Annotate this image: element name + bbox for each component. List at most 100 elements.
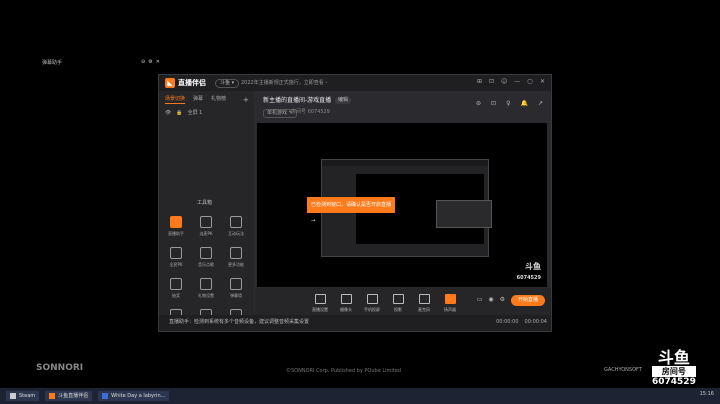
- captured-titlebar: [322, 160, 488, 166]
- layout-icon[interactable]: ⊞: [477, 79, 482, 85]
- preview-watermark: 斗鱼 6074529: [517, 261, 541, 281]
- record-duration: 00:00:04: [524, 319, 547, 325]
- copyright-text: ©SONNORI Corp. Published by PQube Limite…: [286, 368, 402, 374]
- tool-label: 扬声器: [444, 307, 456, 312]
- stream-settings-button[interactable]: 直播设置: [307, 294, 333, 313]
- taskbar-item-steam[interactable]: Steam: [6, 391, 40, 401]
- douyu-logo: 斗鱼: [657, 348, 690, 367]
- tab-scenes[interactable]: 场景切换: [165, 97, 186, 104]
- toolbox-title: 工具箱: [197, 200, 213, 206]
- clock[interactable]: 15:16: [700, 392, 714, 397]
- tool-item[interactable]: 音乐点歌: [193, 247, 219, 268]
- minimize-button[interactable]: —: [514, 79, 520, 85]
- speaker-button[interactable]: 扬声器: [437, 294, 463, 313]
- platform-select[interactable]: 斗鱼 ▾: [215, 79, 240, 88]
- capture-toast[interactable]: 已检测到窗口，请确认是否开启直播 →: [307, 197, 395, 224]
- stream-duration: 00:00:00: [496, 319, 519, 325]
- settings-icon[interactable]: ⊜: [476, 101, 481, 107]
- douyu-watermark: 斗鱼 房间号 6074529: [652, 350, 696, 387]
- tool-icon: [200, 247, 212, 259]
- tool-item[interactable]: 连麦PK: [193, 216, 219, 237]
- logo-icon: ◣: [165, 78, 175, 88]
- tool-label: 弹幕墙: [230, 293, 242, 298]
- taskbar-item-game[interactable]: White Day a labyrin...: [98, 391, 170, 401]
- eye-icon[interactable]: 👁: [165, 111, 171, 116]
- bell-icon[interactable]: 🔔: [520, 101, 527, 107]
- lock-icon[interactable]: 🔒: [176, 111, 182, 116]
- tool-icon: [170, 216, 182, 228]
- tab-danmaku[interactable]: 弹幕: [193, 97, 203, 104]
- taskbar-label: Steam: [19, 392, 36, 399]
- app-name: 直播伴侣: [178, 79, 206, 87]
- user-icon[interactable]: ☺: [501, 79, 507, 85]
- tool-icon: [170, 247, 182, 259]
- tool-label: 手机投屏: [364, 307, 380, 312]
- mini-app-controls: ⊖ ⚙ ✕: [141, 60, 160, 65]
- camera-icon: [340, 294, 352, 304]
- sonnori-logo: SONNORI: [36, 363, 84, 373]
- title-bar: ◣ 直播伴侣 斗鱼 ▾ 2022年主播新规正式施行，立即查看 › ⊞ ⊡ ☺ —…: [159, 75, 551, 91]
- tool-item[interactable]: 直播助手: [163, 216, 189, 237]
- bottom-toolbar: 直播设置 摄像头 手机投屏 投影 麦克风 扬声器 ▭ ◉ ⚙ 开始直播: [255, 288, 551, 315]
- steam-icon: [10, 393, 16, 399]
- microphone-button[interactable]: 麦克风: [411, 294, 437, 313]
- left-panel: 场景切换 弹幕 礼物榜 + 👁 🔒 全屏 1 工具箱 直播助手 连麦PK 互动玩…: [159, 91, 254, 331]
- gear-icon[interactable]: ⚙: [148, 60, 152, 65]
- taskbar: Steam 斗鱼直播伴侣 White Day a labyrin... 15:1…: [0, 388, 720, 404]
- eye-icon[interactable]: ◉: [488, 297, 493, 303]
- share-icon[interactable]: ↗: [538, 101, 543, 107]
- projection-icon: [392, 294, 404, 304]
- screen-icon[interactable]: ⊡: [489, 79, 494, 85]
- toolbox-grid: 直播助手 连麦PK 互动玩法 全民PK 音乐点歌 更多功能 抽奖 礼物设置 弹幕…: [163, 216, 253, 330]
- tool-label: 抽奖: [172, 293, 180, 298]
- tool-item[interactable]: 更多功能: [223, 247, 249, 268]
- streaming-app-window: ◣ 直播伴侣 斗鱼 ▾ 2022年主播新规正式施行，立即查看 › ⊞ ⊡ ☺ —…: [158, 74, 552, 332]
- misc-icons: ▭ ◉ ⚙: [477, 297, 505, 303]
- taskbar-label: 斗鱼直播伴侣: [58, 392, 89, 399]
- stream-preview[interactable]: 已检测到窗口，请确认是否开启直播 → 斗鱼 6074529: [257, 123, 547, 287]
- phone-icon: [366, 294, 378, 304]
- tool-label: 直播设置: [312, 307, 328, 312]
- game-icon: [102, 393, 109, 399]
- start-stream-button[interactable]: 开始直播: [511, 295, 545, 306]
- tool-item[interactable]: 互动玩法: [223, 216, 249, 237]
- room-title[interactable]: 新主播的直播间-游戏直播: [263, 98, 331, 104]
- close-icon[interactable]: ✕: [156, 60, 160, 65]
- edit-title-button[interactable]: 编辑: [335, 97, 352, 104]
- gachyon-logo: GACHYONSOFT: [604, 367, 642, 373]
- tab-gifts[interactable]: 礼物榜: [211, 97, 226, 104]
- douyu-room-small: 6074529: [516, 275, 541, 281]
- tool-item[interactable]: 全民PK: [163, 247, 189, 268]
- tool-label: 投影: [394, 307, 402, 312]
- close-button[interactable]: ✕: [540, 79, 545, 85]
- tool-item[interactable]: 弹幕墙: [223, 278, 249, 299]
- phone-cast-button[interactable]: 手机投屏: [359, 294, 385, 313]
- mini-app-title: 弹幕助手: [42, 60, 63, 66]
- add-scene-button[interactable]: +: [243, 96, 249, 104]
- tool-icon: [230, 216, 242, 228]
- left-tabs: 场景切换 弹幕 礼物榜: [165, 97, 226, 104]
- douyu-room-number: 6074529: [652, 377, 696, 387]
- record-icon[interactable]: ▭: [477, 297, 483, 303]
- screen-icon[interactable]: ⊡: [491, 101, 496, 107]
- captured-window: [436, 200, 492, 228]
- status-timers: 00:00:00 00:00:04: [496, 320, 547, 325]
- tool-item[interactable]: 抽奖: [163, 278, 189, 299]
- projection-button[interactable]: 投影: [385, 294, 411, 313]
- minimize-icon[interactable]: ⊖: [141, 60, 145, 65]
- header-icons: ⊜ ⊡ ♀ 🔔 ↗: [476, 101, 543, 107]
- user-icon[interactable]: ♀: [506, 101, 510, 107]
- scene-item[interactable]: 👁 🔒 全屏 1: [165, 111, 202, 116]
- tool-label: 直播助手: [168, 231, 184, 236]
- system-tray: 15:16: [700, 392, 714, 397]
- notice-link[interactable]: 2022年主播新规正式施行，立即查看 ›: [241, 81, 327, 86]
- tool-label: 互动玩法: [228, 231, 244, 236]
- tool-label: 麦克风: [418, 307, 430, 312]
- tool-item[interactable]: 礼物设置: [193, 278, 219, 299]
- douyu-room-label: 房间号: [652, 366, 696, 377]
- maximize-button[interactable]: ▢: [527, 79, 533, 85]
- taskbar-item-douyu[interactable]: 斗鱼直播伴侣: [45, 391, 93, 401]
- camera-button[interactable]: 摄像头: [333, 294, 359, 313]
- status-bar: 直播助手：检测到系统有多个音频设备，建议调整音频采集设置 00:00:00 00…: [159, 315, 551, 331]
- gear-icon[interactable]: ⚙: [500, 297, 505, 303]
